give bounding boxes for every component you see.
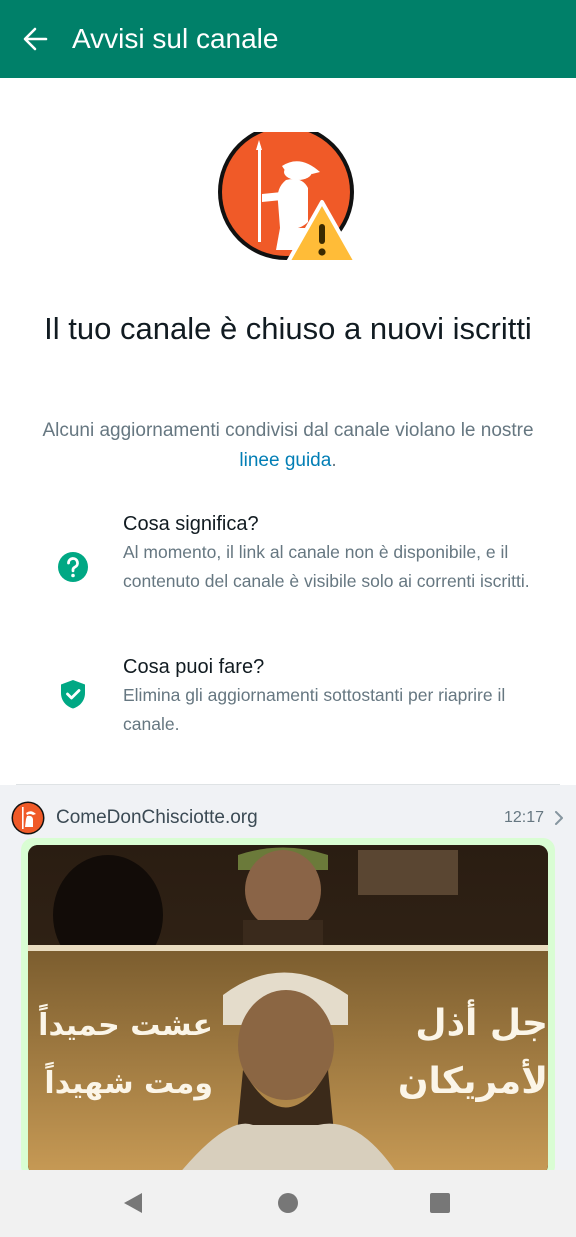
info-body: Elimina gli aggiornamenti sottostanti pe… — [123, 685, 506, 734]
home-circle-icon[interactable] — [275, 1190, 301, 1216]
info-body: Al momento, il link al canale non è disp… — [123, 542, 530, 591]
image-text-left-2: ومت شهيداً — [44, 1061, 213, 1101]
channel-name: ComeDonChisciotte.org — [56, 807, 258, 828]
app-bar: Avvisi sul canale — [0, 0, 576, 78]
info-text: Cosa significa? Al momento, il link al c… — [123, 510, 543, 596]
notice-description-text: Alcuni aggiornamenti condivisi dal canal… — [42, 420, 534, 441]
guidelines-link[interactable]: linee guida — [239, 450, 331, 471]
notice-description: Alcuni aggiornamenti condivisi dal canal… — [40, 416, 536, 476]
channel-avatar — [11, 801, 45, 835]
channel-warning-illustration — [216, 124, 362, 268]
channel-update-feed: ComeDonChisciotte.org 12:17 عشت حميداً و… — [0, 785, 576, 1170]
question-circle-icon — [56, 550, 90, 584]
back-arrow-icon[interactable] — [20, 24, 50, 54]
notice-description-end: . — [331, 450, 337, 471]
info-title: Cosa puoi fare? — [123, 656, 265, 678]
info-text: Cosa puoi fare? Elimina gli aggiornament… — [123, 653, 543, 739]
update-time: 12:17 — [503, 809, 544, 826]
page-title: Avvisi sul canale — [72, 23, 279, 54]
system-nav-bar — [0, 1170, 576, 1237]
back-triangle-icon[interactable] — [120, 1190, 146, 1216]
chevron-right-icon[interactable] — [554, 811, 564, 825]
image-text-left-1: عشت حميداً — [38, 1003, 213, 1043]
notice-headline: Il tuo canale è chiuso a nuovi iscritti — [44, 311, 532, 346]
shield-check-icon — [56, 677, 90, 711]
image-text-right-1: جل أذل — [415, 999, 548, 1044]
update-image[interactable]: عشت حميداً ومت شهيداً جل أذل لأمريكان — [28, 845, 548, 1170]
image-text-right-2: لأمريكان — [398, 1058, 548, 1102]
info-title: Cosa significa? — [123, 513, 259, 535]
recents-square-icon[interactable] — [427, 1190, 453, 1216]
update-header[interactable]: ComeDonChisciotte.org 12:17 — [0, 785, 576, 841]
